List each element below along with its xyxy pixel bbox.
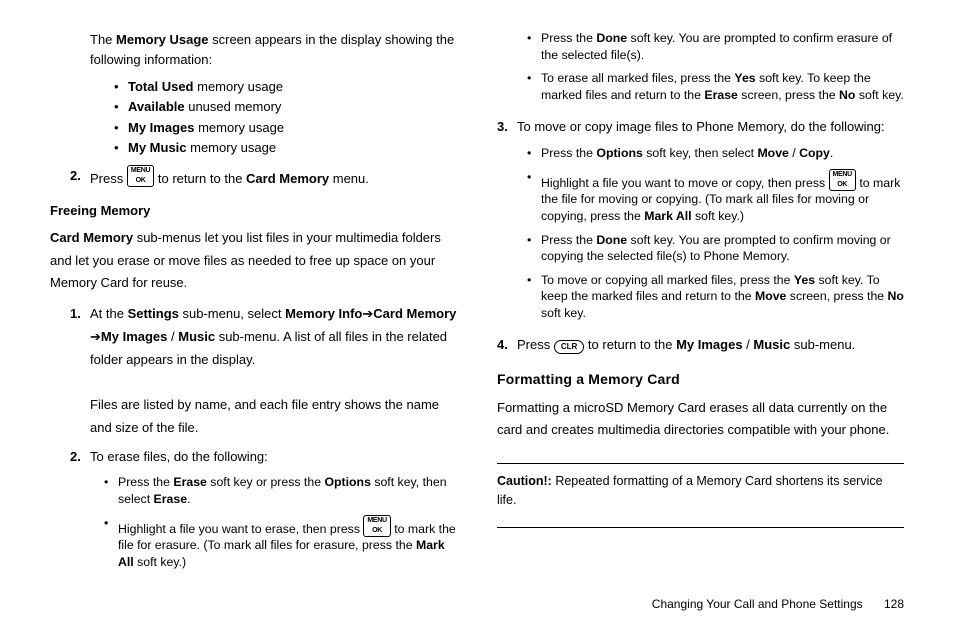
formatting-para: Formatting a microSD Memory Card erases … bbox=[497, 397, 904, 441]
list-item: Highlight a file you want to erase, then… bbox=[104, 515, 457, 571]
list-item: My Music memory usage bbox=[114, 139, 457, 157]
footer-section: Changing Your Call and Phone Settings bbox=[652, 597, 863, 611]
list-item: To erase all marked files, press the Yes… bbox=[527, 70, 904, 103]
step-2-erase: 2. To erase files, do the following: bbox=[70, 446, 457, 469]
step-number: 2. bbox=[70, 446, 90, 469]
step-number: 1. bbox=[70, 303, 90, 440]
caution-note: Caution!: Repeated formatting of a Memor… bbox=[497, 470, 904, 513]
page-columns: The Memory Usage screen appears in the d… bbox=[50, 30, 904, 580]
erase-substeps-cont: Press the Done soft key. You are prompte… bbox=[527, 30, 904, 110]
list-item: Press the Done soft key. You are prompte… bbox=[527, 232, 904, 265]
menu-ok-key-icon: MENUOK bbox=[829, 169, 856, 191]
move-copy-substeps: Press the Options soft key, then select … bbox=[527, 145, 904, 328]
step-number: 4. bbox=[497, 334, 517, 357]
step-3-move-copy: 3. To move or copy image files to Phone … bbox=[497, 116, 904, 139]
heading-freeing-memory: Freeing Memory bbox=[50, 201, 457, 221]
list-item: Available unused memory bbox=[114, 98, 457, 116]
card-memory-para: Card Memory sub-menus let you list files… bbox=[50, 227, 457, 295]
memory-usage-list: Total Used memory usage Available unused… bbox=[114, 78, 457, 159]
list-item: Press the Options soft key, then select … bbox=[527, 145, 904, 162]
right-column: Press the Done soft key. You are prompte… bbox=[497, 30, 904, 580]
step-2-return: 2. Press MENUOK to return to the Card Me… bbox=[70, 165, 457, 191]
left-column: The Memory Usage screen appears in the d… bbox=[50, 30, 457, 580]
step-1-settings: 1. At the Settings sub-menu, select Memo… bbox=[70, 303, 457, 440]
list-item: Press the Done soft key. You are prompte… bbox=[527, 30, 904, 63]
step-number: 3. bbox=[497, 116, 517, 139]
list-item: To move or copying all marked files, pre… bbox=[527, 272, 904, 322]
arrow-icon: ➔ bbox=[90, 326, 101, 349]
page-number: 128 bbox=[884, 597, 904, 611]
arrow-icon: ➔ bbox=[362, 303, 373, 326]
divider bbox=[497, 527, 904, 528]
erase-substeps: Press the Erase soft key or press the Op… bbox=[104, 474, 457, 577]
list-item: Total Used memory usage bbox=[114, 78, 457, 96]
step-number: 2. bbox=[70, 165, 90, 191]
step-4-return: 4. Press CLR to return to the My Images … bbox=[497, 334, 904, 357]
divider bbox=[497, 463, 904, 464]
list-item: My Images memory usage bbox=[114, 119, 457, 137]
menu-ok-key-icon: MENUOK bbox=[127, 165, 154, 187]
memory-usage-intro: The Memory Usage screen appears in the d… bbox=[90, 30, 457, 70]
menu-ok-key-icon: MENUOK bbox=[363, 515, 390, 537]
heading-formatting: Formatting a Memory Card bbox=[497, 369, 904, 391]
list-item: Press the Erase soft key or press the Op… bbox=[104, 474, 457, 507]
list-item: Highlight a file you want to move or cop… bbox=[527, 169, 904, 225]
clr-key-icon: CLR bbox=[554, 340, 584, 354]
page-footer: Changing Your Call and Phone Settings 12… bbox=[652, 595, 904, 614]
